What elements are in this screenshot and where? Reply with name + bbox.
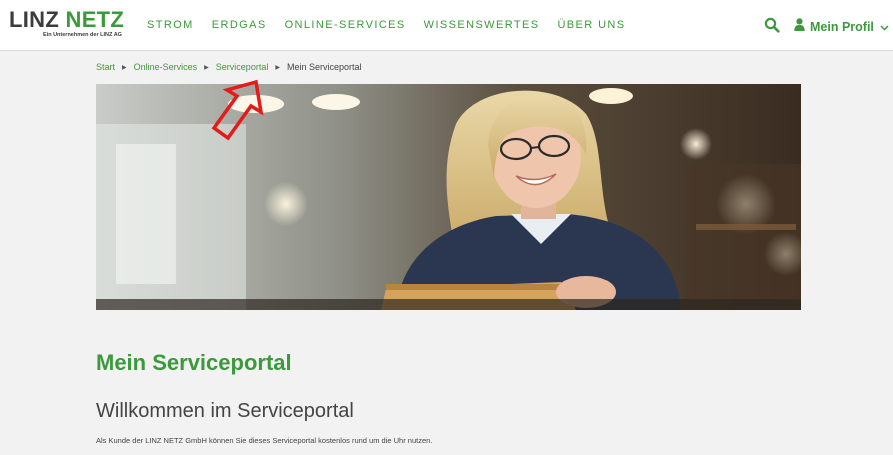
user-icon — [794, 18, 805, 36]
breadcrumb-start[interactable]: Start — [96, 62, 115, 72]
search-icon[interactable] — [764, 17, 780, 33]
intro-text: Als Kunde der LINZ NETZ GmbH können Sie … — [96, 436, 433, 445]
chevron-down-icon — [880, 18, 889, 36]
nav-item-erdgas[interactable]: ERDGAS — [212, 19, 267, 31]
nav-item-online-services[interactable]: ONLINE-SERVICES — [285, 19, 406, 31]
logo-tagline: Ein Unternehmen der LINZ AG — [43, 32, 122, 38]
logo-text-linz: LINZ — [9, 7, 60, 32]
logo-text-netz: NETZ — [65, 7, 125, 32]
nav-item-ueber-uns[interactable]: ÜBER UNS — [557, 19, 625, 31]
page-title: Mein Serviceportal — [96, 350, 292, 375]
main-navigation: STROM ERDGAS ONLINE-SERVICES WISSENSWERT… — [147, 19, 644, 31]
site-header: LINZ NETZ Ein Unternehmen der LINZ AG ST… — [0, 0, 893, 51]
linz-netz-logo[interactable]: LINZ NETZ Ein Unternehmen der LINZ AG — [9, 7, 125, 39]
breadcrumb-serviceportal[interactable]: Serviceportal — [216, 62, 269, 72]
welcome-heading: Willkommen im Serviceportal — [96, 400, 354, 422]
breadcrumb: Start ▶ Online-Services ▶ Serviceportal … — [96, 62, 361, 72]
breadcrumb-separator-icon: ▶ — [122, 64, 127, 71]
breadcrumb-separator-icon: ▶ — [275, 64, 280, 71]
nav-item-wissenswertes[interactable]: WISSENSWERTES — [424, 19, 540, 31]
profile-menu[interactable]: Mein Profil — [794, 18, 889, 36]
breadcrumb-separator-icon: ▶ — [204, 64, 209, 71]
hero-image — [96, 84, 801, 310]
profile-label: Mein Profil — [810, 20, 874, 34]
nav-item-strom[interactable]: STROM — [147, 19, 194, 31]
breadcrumb-current: Mein Serviceportal — [286, 62, 362, 72]
breadcrumb-online-services[interactable]: Online-Services — [134, 62, 198, 72]
